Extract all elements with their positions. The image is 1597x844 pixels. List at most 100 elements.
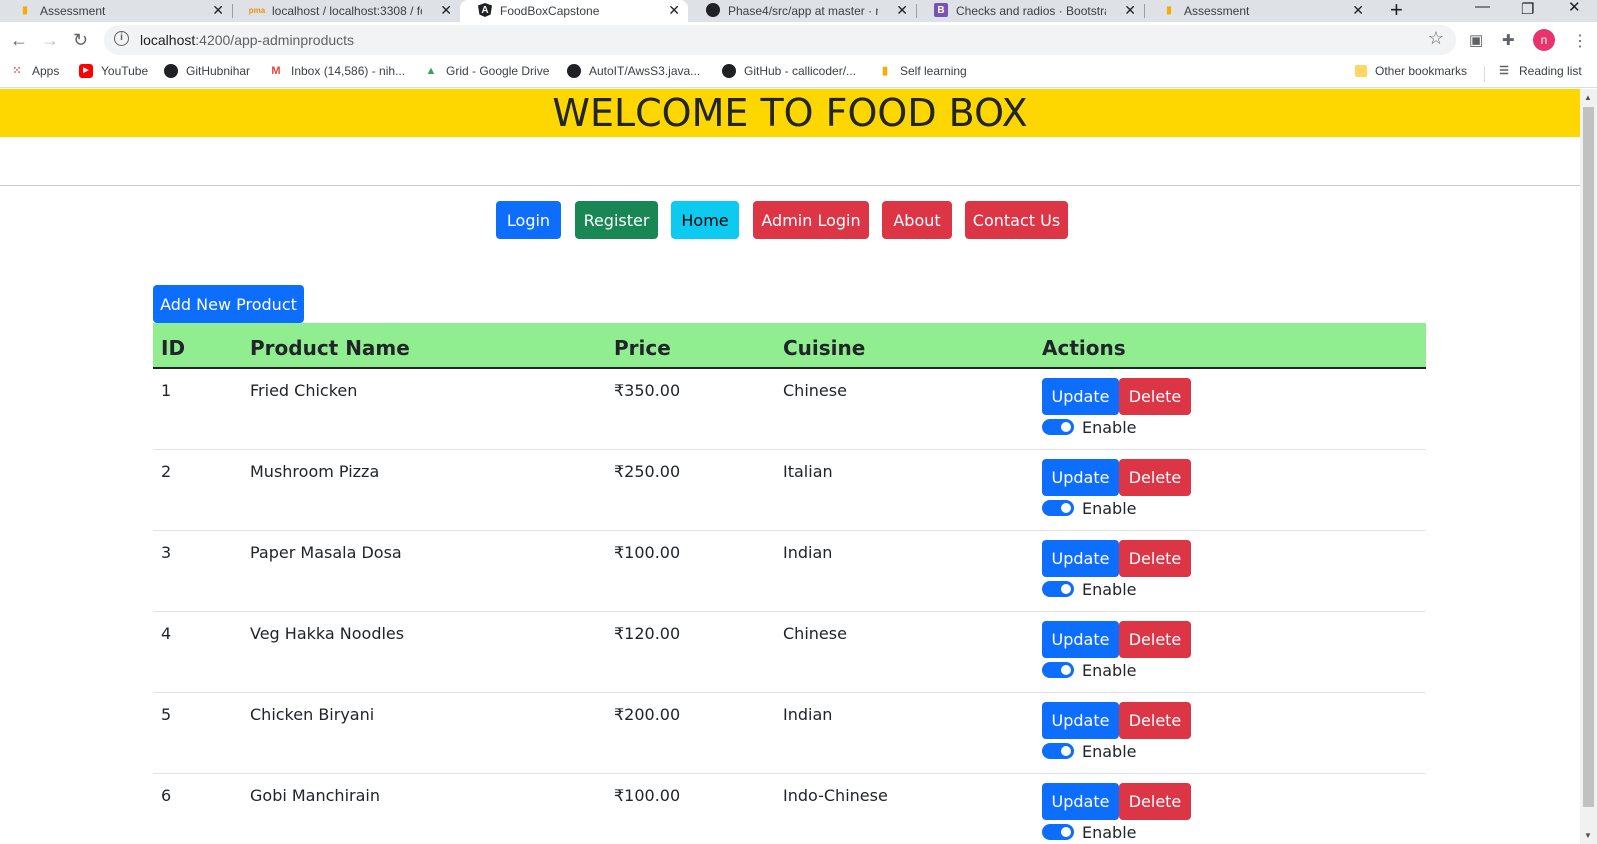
youtube-icon: ▶ [79,64,93,78]
close-icon[interactable]: ✕ [440,2,452,19]
bookmark-self-learning[interactable]: ▮ Self learning [878,64,967,78]
cell-cuisine: Italian [783,462,833,481]
delete-button[interactable]: Delete [1119,459,1191,496]
restore-icon[interactable]: ❐ [1521,0,1534,18]
browser-tab-active[interactable]: A FoodBoxCapstone ✕ [460,0,688,22]
enable-toggle[interactable] [1042,824,1074,840]
minimize-icon[interactable]: — [1475,0,1490,15]
back-icon[interactable]: ← [10,30,28,51]
contact-us-button[interactable]: Contact Us [965,201,1068,239]
bookmark-separator [1484,66,1485,82]
table-row: 3 Paper Masala Dosa ₹100.00 Indian Updat… [153,531,1426,612]
bookmark-youtube[interactable]: ▶ YouTube [79,64,148,78]
bookmark-autoit[interactable]: AutoIT/AwsS3.java... [567,64,700,78]
bookmark-label: Other bookmarks [1375,64,1468,78]
update-button[interactable]: Update [1042,783,1119,820]
browser-tab[interactable]: ▮ Assessment ✕ [1144,0,1372,22]
scroll-down-arrow-icon[interactable]: ▼ [1584,831,1592,840]
bookmark-gmail[interactable]: M Inbox (14,586) - nih... [269,64,405,78]
tab-strip: ▮ Assessment ✕ pma localhost / localhost… [0,0,1597,22]
forward-icon[interactable]: → [41,30,59,51]
bookmark-label: Apps [32,64,60,78]
chart-icon: ▮ [1166,4,1172,16]
bookmark-star-icon[interactable]: ☆ [1428,28,1444,49]
cell-cuisine: Chinese [783,381,847,400]
close-icon[interactable]: ✕ [1352,2,1364,19]
reload-icon[interactable]: ↻ [73,30,88,51]
update-button[interactable]: Update [1042,378,1119,415]
delete-button[interactable]: Delete [1119,621,1191,658]
table-row: 5 Chicken Biryani ₹200.00 Indian Update … [153,693,1426,774]
bookmark-label: GitHub - callicoder/... [744,64,857,78]
scroll-up-arrow-icon[interactable]: ▲ [1584,93,1592,102]
browser-tab[interactable]: Phase4/src/app at master · niha ✕ [688,0,916,22]
enable-toggle[interactable] [1042,581,1074,597]
cell-price: ₹250.00 [614,462,681,481]
table-row: 2 Mushroom Pizza ₹250.00 Italian Update … [153,450,1426,531]
close-icon[interactable]: ✕ [212,2,224,19]
update-button[interactable]: Update [1042,621,1119,658]
address-bar[interactable]: i localhost:4200/app-adminproducts ☆ [104,25,1456,55]
avatar[interactable]: n [1533,29,1555,51]
login-button[interactable]: Login [496,201,561,239]
about-button[interactable]: About [882,201,952,239]
toggle-knob [1061,746,1071,756]
url-text[interactable]: localhost:4200/app-adminproducts [140,32,354,48]
info-icon[interactable]: i [114,31,129,46]
cell-product-name: Mushroom Pizza [250,462,380,481]
update-button[interactable]: Update [1042,459,1119,496]
toggle-knob [1061,422,1071,432]
bookmark-githubnihar[interactable]: GitHubnihar [164,64,250,78]
close-icon[interactable]: ✕ [1124,2,1136,19]
enable-label: Enable [1082,661,1137,680]
enable-toggle[interactable] [1042,743,1074,759]
delete-button[interactable]: Delete [1119,540,1191,577]
cell-product-name: Chicken Biryani [250,705,375,724]
scrollbar-thumb[interactable] [1583,107,1594,807]
register-button[interactable]: Register [575,201,658,239]
bookmark-other[interactable]: Other bookmarks [1355,64,1467,78]
reading-list-icon: ☰ [1499,65,1509,77]
enable-toggle[interactable] [1042,500,1074,516]
delete-button[interactable]: Delete [1119,702,1191,739]
table-row: 6 Gobi Manchirain ₹100.00 Indo-Chinese U… [153,774,1426,844]
admin-login-button[interactable]: Admin Login [753,201,869,239]
reading-list[interactable]: ☰ Reading list [1497,64,1582,78]
puzzle-extensions-icon[interactable]: ✚ [1502,31,1515,49]
github-icon [722,64,736,78]
column-header-id: ID [161,336,186,360]
tab-title: Assessment [40,4,106,18]
close-icon[interactable]: ✕ [668,2,680,19]
bookmark-google-drive[interactable]: ▲ Grid - Google Drive [424,64,550,78]
tab-title: localhost / localhost:3308 / foo [272,4,422,18]
close-icon[interactable]: ✕ [896,2,908,19]
menu-kebab-icon[interactable]: ⋮ [1572,31,1588,51]
page-viewport: WELCOME TO FOOD BOX Login Register Home … [0,89,1580,844]
update-button[interactable]: Update [1042,540,1119,577]
camera-extension-icon[interactable]: ▣ [1469,31,1483,49]
enable-label: Enable [1082,580,1137,599]
cell-product-name: Gobi Manchirain [250,786,380,805]
bookmark-label: AutoIT/AwsS3.java... [589,64,701,78]
browser-tab[interactable]: B Checks and radios · Bootstrap v ✕ [916,0,1144,22]
bookmark-apps[interactable]: ⁙ Apps [10,64,59,78]
bookmark-label: Reading list [1519,64,1582,78]
browser-tab[interactable]: ▮ Assessment ✕ [0,0,232,22]
home-button[interactable]: Home [671,201,739,239]
table-header: ID Product Name Price Cuisine Actions [153,323,1426,369]
update-button[interactable]: Update [1042,702,1119,739]
delete-button[interactable]: Delete [1119,378,1191,415]
github-icon [706,3,720,17]
github-icon [164,64,178,78]
table-row: 4 Veg Hakka Noodles ₹120.00 Chinese Upda… [153,612,1426,693]
enable-toggle[interactable] [1042,419,1074,435]
browser-tab[interactable]: pma localhost / localhost:3308 / foo ✕ [232,0,460,22]
new-tab-icon[interactable]: + [1390,0,1403,23]
delete-button[interactable]: Delete [1119,783,1191,820]
folder-icon [1355,65,1367,77]
page-scrollbar[interactable]: ▲ ▼ [1580,89,1597,844]
window-close-icon[interactable]: ✕ [1568,0,1581,16]
add-new-product-button[interactable]: Add New Product [153,285,304,323]
bookmark-callicoder[interactable]: GitHub - callicoder/... [722,64,856,78]
enable-toggle[interactable] [1042,662,1074,678]
